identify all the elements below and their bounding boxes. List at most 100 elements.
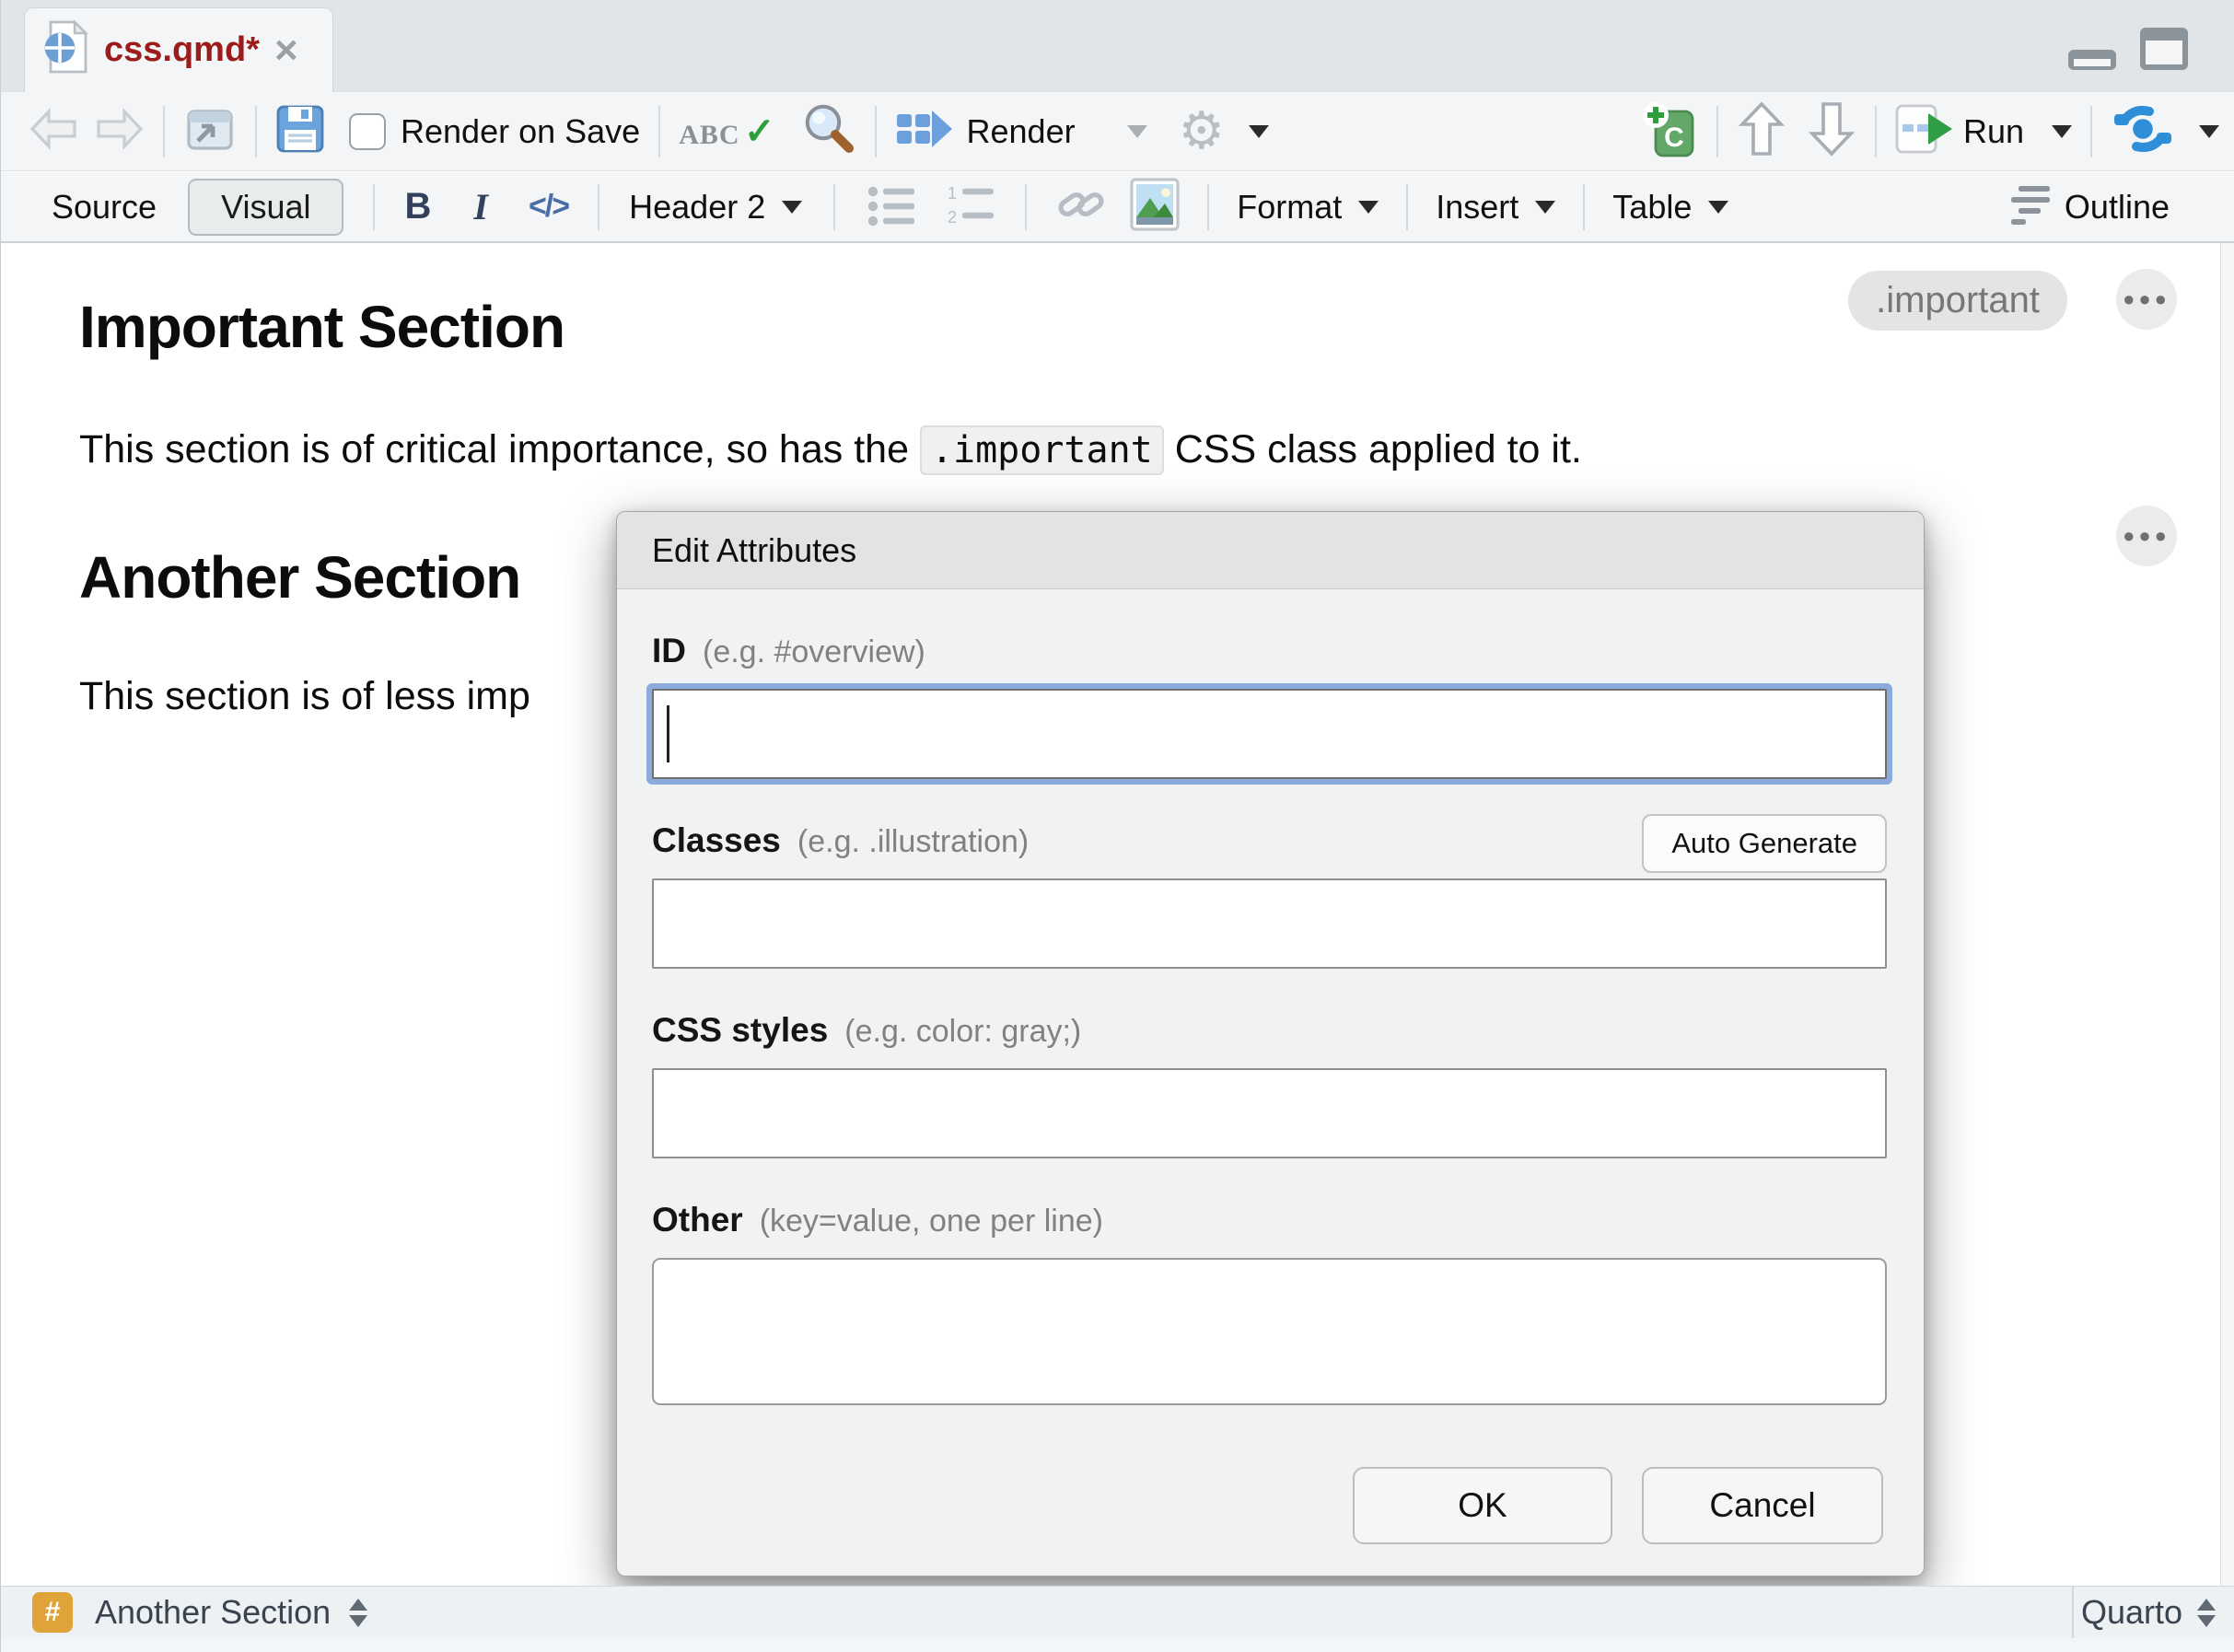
toolbar-divider bbox=[1207, 184, 1209, 230]
rstudio-source-pane: css.qmd* × bbox=[0, 0, 2234, 1652]
insert-menu-dropdown-icon[interactable] bbox=[1535, 201, 1555, 214]
gear-icon[interactable]: ⚙ bbox=[1179, 106, 1225, 157]
toolbar-divider bbox=[658, 106, 660, 157]
id-label: ID bbox=[652, 632, 686, 670]
run-dropdown-icon[interactable] bbox=[2052, 125, 2072, 138]
tab-css-qmd[interactable]: css.qmd* × bbox=[24, 7, 333, 92]
bold-button[interactable]: B bbox=[404, 186, 431, 227]
svg-text:1: 1 bbox=[948, 184, 957, 203]
insert-code-chunk-icon[interactable]: C bbox=[1641, 100, 1698, 162]
toolbar-divider bbox=[598, 184, 599, 230]
section2-more-options-button[interactable]: ●●● bbox=[2116, 506, 2177, 566]
open-in-new-window-icon[interactable] bbox=[183, 104, 237, 158]
rerun-dropdown-icon[interactable] bbox=[2199, 125, 2219, 138]
italic-button[interactable]: I bbox=[473, 185, 488, 228]
visual-mode-button[interactable]: Visual bbox=[188, 179, 343, 236]
svg-text:2: 2 bbox=[948, 208, 957, 227]
find-replace-icon[interactable] bbox=[799, 100, 856, 162]
block-format-select[interactable]: Header 2 bbox=[629, 188, 765, 227]
toolbar-divider bbox=[833, 184, 835, 230]
other-textarea[interactable] bbox=[652, 1258, 1887, 1405]
css-styles-input[interactable] bbox=[652, 1068, 1887, 1158]
tab-bar: css.qmd* × bbox=[1, 0, 2234, 92]
render-dropdown-icon[interactable] bbox=[1127, 125, 1147, 138]
paragraph-1-text-after: CSS class applied to it. bbox=[1164, 427, 1582, 471]
text-caret bbox=[667, 705, 669, 762]
insert-menu[interactable]: Insert bbox=[1436, 188, 1518, 227]
table-menu-dropdown-icon[interactable] bbox=[1708, 201, 1728, 214]
source-mode-button[interactable]: Source bbox=[52, 188, 157, 227]
paragraph-2[interactable]: This section is of less imp bbox=[79, 674, 530, 719]
mode-selector-area: Quarto bbox=[2072, 1587, 2234, 1638]
current-section-selector[interactable]: Another Section bbox=[95, 1593, 331, 1632]
lower-pane-edge bbox=[1, 1638, 2234, 1652]
classes-hint: (e.g. .illustration) bbox=[797, 824, 1029, 860]
format-toolbar-left: Source Visual B I </> Header 2 1 bbox=[52, 172, 1728, 241]
spellcheck-icon[interactable]: ABC ✓ bbox=[679, 117, 774, 146]
editor-content: Important Section .important ●●● This se… bbox=[1, 243, 2234, 1586]
section1-more-options-button[interactable]: ●●● bbox=[2116, 269, 2177, 330]
minimize-pane-icon[interactable] bbox=[2066, 39, 2118, 76]
toolbar-left-group: Render on Save ABC ✓ bbox=[29, 92, 1269, 170]
render-on-save-label: Render on Save bbox=[401, 112, 640, 151]
css-styles-hint: (e.g. color: gray;) bbox=[844, 1014, 1081, 1050]
format-toolbar-right: Outline bbox=[2009, 172, 2182, 241]
auto-generate-button[interactable]: Auto Generate bbox=[1642, 814, 1887, 873]
run-previous-chunks-up-icon[interactable] bbox=[1737, 100, 1786, 162]
toolbar-divider bbox=[163, 106, 165, 157]
toolbar-divider bbox=[1025, 184, 1027, 230]
toolbar-divider bbox=[255, 106, 257, 157]
run-button[interactable]: Run bbox=[1963, 112, 2024, 151]
id-field-label: ID (e.g. #overview) bbox=[652, 632, 1887, 670]
mode-selector-arrows-icon[interactable] bbox=[2197, 1599, 2216, 1627]
rerun-source-icon[interactable] bbox=[2111, 104, 2175, 158]
toolbar-divider bbox=[1406, 184, 1408, 230]
paragraph-1[interactable]: This section is of critical importance, … bbox=[79, 427, 1582, 472]
bullet-list-icon[interactable] bbox=[867, 182, 918, 231]
block-format-dropdown-icon[interactable] bbox=[782, 201, 802, 214]
table-menu[interactable]: Table bbox=[1612, 188, 1692, 227]
render-button[interactable]: Render bbox=[967, 112, 1076, 151]
editor-mode-selector[interactable]: Quarto bbox=[2081, 1593, 2182, 1632]
toolbar-divider bbox=[1583, 184, 1585, 230]
id-hint: (e.g. #overview) bbox=[703, 634, 925, 670]
other-label: Other bbox=[652, 1201, 743, 1239]
classes-label: Classes bbox=[652, 821, 781, 860]
inline-code-button[interactable]: </> bbox=[529, 189, 568, 225]
dialog-actions: OK Cancel bbox=[1353, 1467, 1883, 1544]
ok-button[interactable]: OK bbox=[1353, 1467, 1612, 1544]
toolbar-divider bbox=[1716, 106, 1718, 157]
cancel-button[interactable]: Cancel bbox=[1642, 1467, 1883, 1544]
pane-window-controls bbox=[2066, 26, 2190, 76]
section-selector-arrows-icon[interactable] bbox=[349, 1599, 367, 1627]
render-options-dropdown-icon[interactable] bbox=[1249, 125, 1269, 138]
dialog-title: Edit Attributes bbox=[617, 512, 1924, 589]
section2-heading[interactable]: Another Section bbox=[79, 543, 520, 611]
section1-heading[interactable]: Important Section bbox=[79, 293, 564, 361]
other-field-label: Other (key=value, one per line) bbox=[652, 1201, 1887, 1239]
status-bar: # Another Section Quarto bbox=[1, 1586, 2234, 1638]
tab-close-icon[interactable]: × bbox=[274, 30, 298, 71]
outline-toggle[interactable]: Outline bbox=[2009, 184, 2170, 229]
dialog-body: Auto Generate ID (e.g. #overview) Classe… bbox=[617, 632, 1924, 1405]
edit-attributes-dialog: Edit Attributes Auto Generate ID (e.g. #… bbox=[616, 511, 1925, 1576]
paragraph-1-text-before: This section is of critical importance, … bbox=[79, 427, 920, 471]
classes-input[interactable] bbox=[652, 878, 1887, 969]
format-menu-dropdown-icon[interactable] bbox=[1358, 201, 1379, 214]
id-input[interactable] bbox=[652, 689, 1887, 779]
run-next-chunk-down-icon[interactable] bbox=[1807, 100, 1856, 162]
maximize-pane-icon[interactable] bbox=[2138, 26, 2190, 76]
image-icon[interactable] bbox=[1130, 178, 1180, 236]
numbered-list-icon[interactable]: 1 2 bbox=[946, 182, 997, 231]
back-icon[interactable] bbox=[29, 106, 80, 157]
vertical-scrollbar[interactable] bbox=[2220, 243, 2234, 1586]
format-toolbar: Source Visual B I </> Header 2 1 bbox=[1, 172, 2234, 243]
tab-title: css.qmd* bbox=[104, 30, 260, 70]
class-badge[interactable]: .important bbox=[1848, 271, 2067, 331]
format-menu[interactable]: Format bbox=[1237, 188, 1342, 227]
render-on-save-checkbox[interactable] bbox=[349, 113, 386, 150]
forward-icon[interactable] bbox=[93, 106, 145, 157]
run-icon bbox=[1895, 102, 1954, 160]
link-icon[interactable] bbox=[1054, 178, 1108, 236]
save-icon[interactable] bbox=[275, 104, 325, 158]
